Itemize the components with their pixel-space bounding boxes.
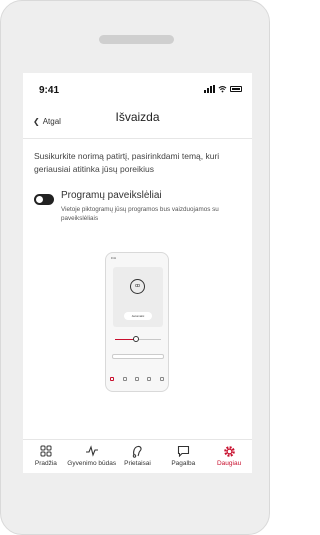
- preview-tab-icon: [110, 377, 115, 381]
- app-images-toggle[interactable]: [34, 194, 54, 205]
- tab-label: Pagalba: [171, 460, 196, 467]
- gear-icon: [223, 444, 236, 458]
- tab-label: Gyvenimo būdas: [67, 460, 117, 467]
- tab-label: Pradžia: [34, 460, 57, 467]
- preview-tabbar: [106, 377, 168, 385]
- intro-text: Susikurkite norimą patirtį, pasirinkdami…: [34, 151, 220, 174]
- preview-volume-slider: [115, 336, 161, 342]
- wifi-icon: [218, 85, 227, 93]
- battery-icon: [230, 86, 242, 92]
- nav-header: ❮ Atgal Išvaizda: [23, 99, 252, 139]
- grid-icon: [40, 444, 52, 458]
- setting-description: Vietoje piktogramų jūsų programos bus va…: [61, 206, 219, 222]
- status-bar: 9:41: [23, 73, 252, 99]
- preview-tab-icon: [122, 377, 127, 381]
- preview-status-time: 9:41: [111, 257, 116, 260]
- tab-lifestyle[interactable]: Gyvenimo būdas: [67, 440, 117, 473]
- tab-bar: Pradžia Gyvenimo būdas Prietaisai Pagalb…: [23, 439, 252, 473]
- status-icons: [204, 85, 242, 93]
- tab-help[interactable]: Pagalba: [161, 440, 205, 473]
- tab-more[interactable]: Daugiau: [207, 440, 251, 473]
- tab-label: Daugiau: [216, 460, 242, 467]
- preview-tab-icon: [147, 377, 152, 381]
- preview-slider-knob: [132, 336, 139, 342]
- chat-bubble-icon: [177, 444, 190, 458]
- page-title: Išvaizda: [115, 110, 160, 124]
- preview-segmented-control: [112, 354, 164, 359]
- preview-image: 9:41 ꝏ Automatic: [105, 252, 169, 392]
- preview-card: ꝏ Automatic: [113, 267, 163, 327]
- signal-icon: [204, 85, 215, 93]
- toggle-knob: [36, 196, 43, 203]
- tab-home[interactable]: Pradžia: [24, 440, 68, 473]
- tab-devices[interactable]: Prietaisai: [115, 440, 159, 473]
- status-time: 9:41: [39, 85, 60, 96]
- preview-mode-pill: Automatic: [124, 312, 152, 320]
- device-speaker: [99, 35, 174, 44]
- hearing-aid-icon: [131, 444, 143, 458]
- device-frame: 9:41 ❮ Atgal Išvaizda Susikurkite norimą: [0, 0, 270, 535]
- logo-icon: ꝏ: [130, 279, 145, 294]
- app-screen: 9:41 ❮ Atgal Išvaizda Susikurkite norimą: [23, 73, 252, 473]
- preview-tab-icon: [159, 377, 164, 381]
- tab-label: Prietaisai: [124, 460, 151, 467]
- preview-tab-icon: [134, 377, 139, 381]
- activity-icon: [85, 444, 99, 458]
- setting-title: Programų paveikslėliai: [61, 190, 162, 201]
